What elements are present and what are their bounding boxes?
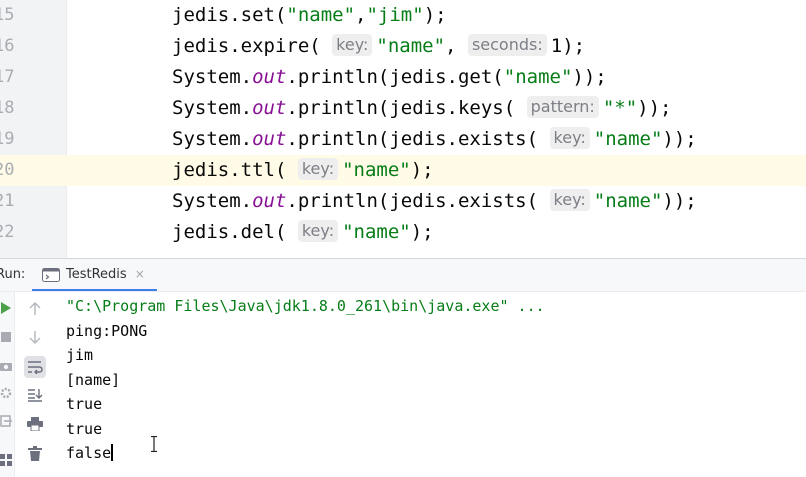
code-text[interactable]: jedis.ttl( key: "name"); [172,155,434,186]
parameter-hint: key: [549,127,590,149]
parameter-hint: key: [297,220,339,242]
console-tab-icon [42,267,60,282]
close-icon[interactable]: × [135,267,145,281]
code-text[interactable]: jedis.set("name","jim"); [172,0,447,31]
code-text[interactable]: jedis.expire( key: "name", seconds: 1); [172,31,585,62]
console-line-last: false [66,441,114,466]
run-action-strip [0,292,15,477]
up-arrow-icon[interactable] [24,298,46,320]
line-number: 16 [0,36,15,56]
console-line: jim [66,346,94,364]
parameter-hint: pattern: [526,96,599,118]
layout-icon[interactable] [0,452,12,468]
line-number: 19 [0,129,15,149]
tab-label: TestRedis [66,266,127,282]
code-line[interactable]: 16 jedis.expire( key:"name", seconds:1); [0,31,806,62]
line-number: 22 [0,222,15,242]
settings-icon[interactable] [0,385,12,401]
run-header: Run: TestRedis × [0,259,806,292]
code-text[interactable]: System.out.println(jedis.exists( key: "na… [172,186,697,217]
code-line[interactable]: 21 System.out.println(jedis.exists( key:… [0,186,806,217]
code-line[interactable]: 19 System.out.println(jedis.exists( key:… [0,124,806,155]
exit-icon[interactable] [0,413,12,429]
code-line[interactable]: 15 jedis.set("name","jim"); [0,0,806,31]
code-text[interactable]: System.out.println(jedis.get("name")); [172,62,607,93]
parameter-hint: key: [297,158,339,180]
code-line[interactable]: 18 System.out.println(jedis.keys( patter… [0,93,806,124]
console-line: true [66,395,103,413]
stop-icon[interactable] [0,329,12,345]
line-number: 15 [0,5,15,25]
console-line: ping:PONG [66,322,148,340]
tab-testredis[interactable]: TestRedis × [32,259,157,291]
console-text: false [66,444,112,462]
run-tool-window: Run: TestRedis × [0,258,806,477]
run-label: Run: [0,267,26,282]
line-number: 20 [0,160,15,180]
ibeam-cursor-icon [151,436,157,452]
current-code-line[interactable]: 20 jedis.ttl( key:"name"); [0,155,806,186]
print-icon[interactable] [24,413,46,435]
parameter-hint: key: [332,34,373,56]
line-number: 21 [0,191,15,211]
code-text[interactable]: System.out.println(jedis.keys( pattern: "… [172,93,671,124]
code-editor[interactable]: 15 jedis.set("name","jim"); 16 jedis.exp… [0,0,806,258]
scroll-to-end-icon[interactable] [24,384,46,406]
console-line: "C:\Program Files\Java\jdk1.8.0_261\bin\… [66,297,545,315]
parameter-hint: key: [549,189,590,211]
line-number: 18 [0,98,15,118]
console-line: true [66,420,103,438]
console-toolbar [22,292,50,477]
down-arrow-icon[interactable] [24,326,46,348]
soft-wrap-icon[interactable] [24,356,46,378]
code-text[interactable]: System.out.println(jedis.exists( key: "na… [172,124,697,155]
code-text[interactable]: jedis.del( key: "name"); [172,217,434,248]
code-line[interactable]: 22 jedis.del( key:"name"); [0,217,806,248]
console-line: [name] [66,371,121,389]
run-icon[interactable] [0,300,12,316]
code-line[interactable]: 17 System.out.println(jedis.get("name"))… [0,62,806,93]
console-output[interactable]: "C:\Program Files\Java\jdk1.8.0_261\bin\… [66,292,806,477]
line-number: 17 [0,67,15,87]
text-caret [111,444,114,461]
camera-icon[interactable] [0,358,12,374]
parameter-hint: seconds: [467,34,547,56]
trash-icon[interactable] [24,442,46,464]
